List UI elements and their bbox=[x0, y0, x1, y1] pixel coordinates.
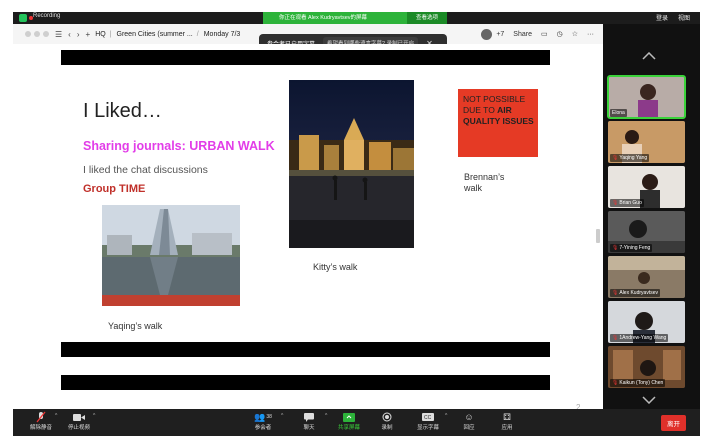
reactions-label: 回应 bbox=[463, 425, 475, 431]
new-tab-icon[interactable]: + bbox=[86, 30, 91, 39]
record-label: 录制 bbox=[381, 425, 393, 431]
air-quality-notice: NOT POSSIBLE DUE TO AIR QUALITY ISSUES bbox=[458, 89, 538, 157]
chat-button[interactable]: 聊天 bbox=[289, 411, 329, 431]
participant-name: 🎙Alex Kudryavtsev bbox=[610, 289, 660, 297]
participants-label: 参会者 bbox=[254, 425, 272, 431]
yaqing-walk-caption: Yaqing’s walk bbox=[108, 321, 163, 331]
muted-mic-icon: 🎙 bbox=[612, 245, 619, 251]
muted-mic-icon: 🎙 bbox=[612, 200, 619, 206]
share-screen-label: 共享屏幕 bbox=[337, 425, 360, 431]
participant-strip: Elona 🎙Yaqing Yang 🎙Brian Guo 🎙7-Yining … bbox=[603, 24, 700, 409]
slide-chat-text: I liked the chat discussions bbox=[83, 164, 208, 176]
tower-lake-photo bbox=[102, 205, 240, 306]
apps-button[interactable]: ⚃ 应用 bbox=[487, 411, 527, 432]
presentation-slide: I Liked… Sharing journals: URBAN WALK I … bbox=[13, 44, 603, 409]
zoom-window: Recording 登录 视图 你正在观看 Alex Kudryavtsev的屏… bbox=[13, 12, 700, 436]
participant-extra-count[interactable]: +7 bbox=[496, 31, 504, 38]
kitty-walk-caption: Kitty’s walk bbox=[313, 262, 358, 272]
login-button[interactable]: 登录 bbox=[656, 13, 668, 22]
participant-tile[interactable]: 🎙Kaikun (Tony) Chen bbox=[608, 346, 685, 388]
record-icon bbox=[380, 411, 394, 423]
avatar bbox=[481, 28, 493, 40]
slide-divider bbox=[61, 342, 550, 357]
chat-icon bbox=[302, 411, 316, 423]
strip-resize-handle[interactable] bbox=[596, 229, 600, 243]
audio-options-caret[interactable]: ^ bbox=[55, 413, 57, 419]
participant-name: Elona bbox=[610, 109, 627, 117]
tab-monday[interactable]: Monday 7/3 bbox=[204, 31, 241, 38]
brennan-walk-caption: Brennan’s walk bbox=[464, 172, 505, 193]
apps-label: 应用 bbox=[501, 425, 513, 431]
share-screen-button[interactable]: 共享屏幕 bbox=[329, 411, 369, 431]
shared-screen: 你正在观看 Alex Kudryavtsev的屏幕 查看选项 ☰ ‹ › + H… bbox=[13, 12, 603, 409]
participant-name: 🎙Yaqing Yang bbox=[610, 154, 650, 162]
muted-mic-icon: 🎙 bbox=[612, 155, 619, 161]
tab-hq[interactable]: HQ bbox=[95, 31, 106, 38]
captions-icon: CC bbox=[421, 411, 435, 423]
video-camera-icon bbox=[72, 411, 86, 423]
chevron-up-icon[interactable] bbox=[642, 52, 656, 60]
more-icon[interactable]: ··· bbox=[587, 31, 594, 38]
view-button[interactable]: 视图 bbox=[678, 13, 690, 22]
participant-tile[interactable]: 🎙Yaqing Yang bbox=[608, 121, 685, 163]
participant-tile[interactable]: 🎙Alex Kudryavtsev bbox=[608, 256, 685, 298]
participant-count: 38 bbox=[266, 414, 272, 420]
tab-green-cities[interactable]: Green Cities (summer ... bbox=[117, 31, 193, 38]
participant-name: 🎙Kaikun (Tony) Chen bbox=[610, 379, 666, 387]
participants-options-caret[interactable]: ^ bbox=[281, 413, 283, 419]
share-link[interactable]: Share bbox=[513, 31, 532, 38]
chat-label: 聊天 bbox=[303, 425, 315, 431]
slide-group-text: Group TIME bbox=[83, 183, 146, 195]
slide-title: I Liked… bbox=[83, 100, 162, 122]
video-options-caret[interactable]: ^ bbox=[93, 413, 95, 419]
night-city-photo bbox=[289, 80, 414, 248]
record-button[interactable]: 录制 bbox=[367, 411, 407, 431]
muted-mic-icon bbox=[34, 411, 48, 423]
participant-name: 🎙7-Yining Feng bbox=[610, 244, 653, 252]
recording-label: Recording bbox=[33, 13, 61, 19]
chevron-down-icon[interactable] bbox=[642, 396, 656, 404]
participant-tile[interactable]: Elona bbox=[607, 75, 686, 119]
reactions-button[interactable]: ☺ 回应 bbox=[449, 411, 489, 431]
svg-text:CC: CC bbox=[424, 415, 432, 421]
security-shield-icon[interactable] bbox=[19, 14, 27, 22]
sidebar-icon[interactable]: ☰ bbox=[55, 30, 62, 39]
chat-options-caret[interactable]: ^ bbox=[325, 413, 327, 419]
share-banner: 你正在观看 Alex Kudryavtsev的屏幕 查看选项 bbox=[263, 12, 447, 24]
leave-button[interactable]: 离开 bbox=[661, 415, 686, 431]
share-banner-text: 你正在观看 Alex Kudryavtsev的屏幕 bbox=[263, 12, 407, 24]
muted-mic-icon: 🎙 bbox=[612, 335, 619, 341]
participant-name: 🎙Brian Guo bbox=[610, 199, 644, 207]
participant-tile[interactable]: 🎙1Andrew-Yang Wang bbox=[608, 301, 685, 343]
comment-icon[interactable]: ▭ bbox=[541, 30, 548, 38]
participants-button[interactable]: 👥 38 参会者 bbox=[243, 411, 283, 432]
captions-button[interactable]: CC 显示字幕 bbox=[408, 411, 448, 431]
participant-tile[interactable]: 🎙Brian Guo bbox=[608, 166, 685, 208]
forward-icon[interactable]: › bbox=[77, 30, 80, 39]
participant-tile[interactable]: 🎙7-Yining Feng bbox=[608, 211, 685, 253]
window-controls[interactable] bbox=[25, 31, 49, 37]
participant-name: 🎙1Andrew-Yang Wang bbox=[610, 334, 669, 342]
view-options-button[interactable]: 查看选项 bbox=[407, 12, 447, 24]
stop-video-label: 停止视频 bbox=[67, 425, 90, 431]
slide-divider bbox=[61, 375, 550, 390]
history-icon[interactable]: ◷ bbox=[557, 30, 563, 38]
captions-options-caret[interactable]: ^ bbox=[445, 413, 447, 419]
muted-mic-icon: 🎙 bbox=[612, 290, 619, 296]
back-icon[interactable]: ‹ bbox=[68, 30, 71, 39]
reactions-icon: ☺ bbox=[464, 412, 474, 422]
slide-divider bbox=[61, 50, 550, 65]
participants-icon: 👥 38 bbox=[254, 411, 272, 422]
star-icon[interactable]: ☆ bbox=[572, 30, 578, 38]
unmute-label: 解除静音 bbox=[29, 425, 52, 431]
air-quality-notice-text: NOT POSSIBLE DUE TO bbox=[463, 94, 526, 115]
slide-journals-text: Sharing journals: URBAN WALK bbox=[83, 139, 275, 153]
muted-mic-icon: 🎙 bbox=[612, 380, 619, 386]
captions-label: 显示字幕 bbox=[416, 425, 439, 431]
meeting-toolbar: 解除静音 ^ 停止视频 ^ 👥 38 参会者 ^ 聊天 ^ 共享屏幕 录制 CC … bbox=[13, 409, 700, 436]
share-screen-icon bbox=[342, 411, 356, 423]
apps-icon: ⚃ bbox=[503, 411, 511, 422]
